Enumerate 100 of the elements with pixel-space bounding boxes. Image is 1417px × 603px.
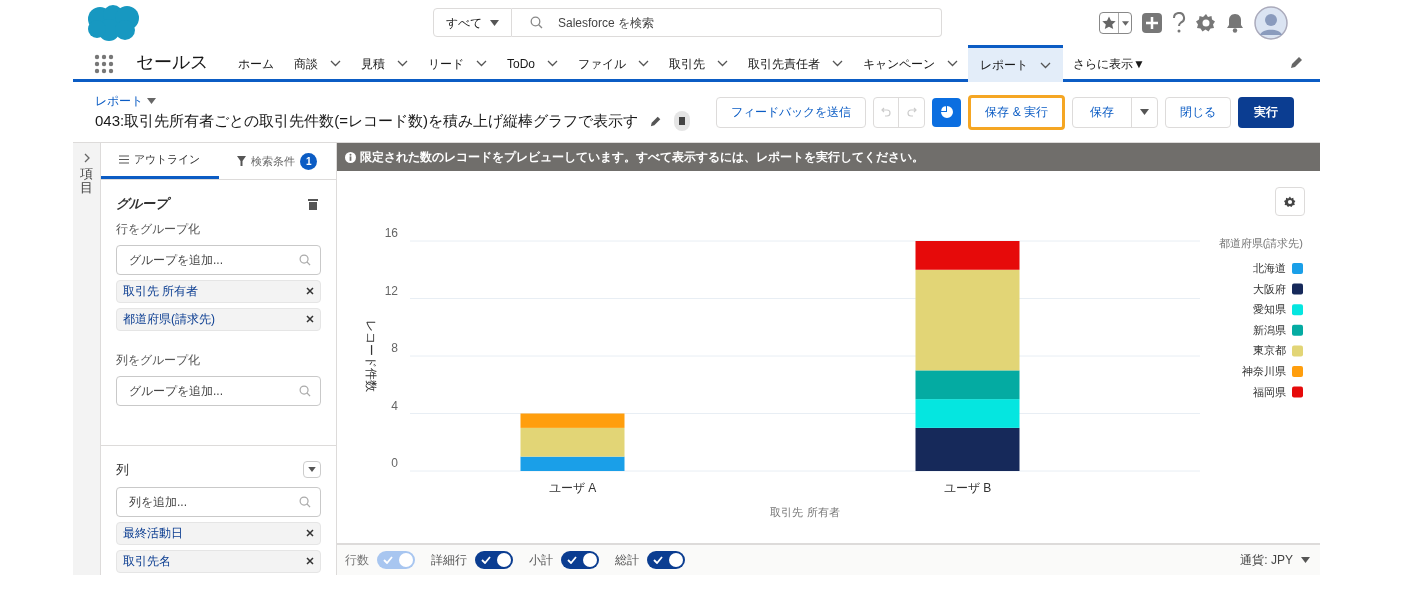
- legend-label: 大阪府: [1253, 282, 1286, 295]
- search-field[interactable]: 列を追加...: [116, 486, 321, 517]
- caret-icon: [1140, 109, 1149, 115]
- field-label: 行をグループ化: [116, 220, 201, 238]
- toggle-label: 詳細行: [431, 552, 467, 569]
- nav-tab[interactable]: 商談: [284, 45, 351, 79]
- edit-icon[interactable]: [1290, 55, 1304, 69]
- app-launcher-icon[interactable]: [94, 54, 114, 74]
- chevron-down-icon[interactable]: [330, 60, 341, 67]
- sidebar-label: 項目: [80, 167, 93, 196]
- chevron-down-icon[interactable]: [947, 60, 958, 67]
- pie-chart-icon: [940, 106, 953, 118]
- chevron-down-icon[interactable]: [397, 60, 408, 67]
- legend-label: 福岡県: [1253, 385, 1286, 398]
- notification-bell-icon[interactable]: [1226, 13, 1244, 33]
- search-scope-dropdown[interactable]: すべて: [433, 8, 512, 37]
- search-icon: [299, 384, 311, 397]
- axis-tick-label: 12: [384, 283, 398, 298]
- caret-icon: [308, 467, 316, 473]
- search-field[interactable]: Salesforce を検索: [512, 8, 942, 37]
- panel-tab[interactable]: 検索条件 1: [218, 143, 336, 179]
- close-icon[interactable]: [306, 529, 314, 537]
- dropdown-button[interactable]: [303, 461, 321, 479]
- nav-tab[interactable]: リード: [418, 45, 497, 79]
- nav-tab[interactable]: さらに表示▼: [1063, 45, 1155, 79]
- selected-field-pill[interactable]: 最終活動日: [116, 521, 321, 545]
- selected-field-pill[interactable]: 取引先 所有者: [116, 279, 321, 303]
- cloud-logo[interactable]: [87, 3, 141, 42]
- breadcrumb-link[interactable]: レポート: [95, 91, 143, 110]
- category-label: ユーザ B: [943, 481, 992, 495]
- settings-icon[interactable]: [1196, 13, 1216, 33]
- axis-tick-label: 16: [384, 226, 398, 240]
- nav-tab[interactable]: 取引先責任者: [738, 45, 853, 79]
- axis-title: レコード件数: [364, 320, 378, 392]
- check-icon: [567, 556, 577, 564]
- nav-tab[interactable]: 見積: [351, 45, 418, 79]
- avatar[interactable]: [1254, 6, 1288, 40]
- plus-icon[interactable]: [1142, 13, 1162, 33]
- legend-label: 新潟県: [1253, 323, 1286, 336]
- close-icon[interactable]: [306, 315, 314, 323]
- nav-tab[interactable]: キャンペーン: [853, 45, 968, 79]
- legend-label: 神奈川県: [1242, 365, 1286, 377]
- toggle-switch[interactable]: [475, 551, 513, 569]
- favorites-button[interactable]: [1099, 12, 1132, 34]
- search-field[interactable]: グループを追加...: [116, 375, 321, 406]
- chevron-down-icon[interactable]: [476, 60, 487, 67]
- count-badge: 1: [300, 152, 318, 170]
- axis-tick-label: 4: [391, 398, 398, 413]
- selected-field-pill[interactable]: 取引先名: [116, 549, 321, 573]
- action-button[interactable]: フィードバックを送信: [716, 96, 867, 128]
- help-icon[interactable]: [1172, 12, 1186, 34]
- settings-icon: [1284, 195, 1296, 208]
- app-name: セールス: [136, 50, 208, 74]
- filter-icon: [237, 156, 247, 166]
- edit-icon[interactable]: [649, 115, 662, 127]
- run-button[interactable]: 実行: [1238, 96, 1294, 128]
- panel-tab[interactable]: アウトライン: [101, 143, 219, 179]
- search-field[interactable]: グループを追加...: [116, 244, 321, 275]
- chart-toggle-button[interactable]: [932, 97, 962, 127]
- action-button[interactable]: 閉じる: [1165, 96, 1231, 128]
- legend-label: 愛知県: [1253, 303, 1286, 316]
- action-button[interactable]: 保存 & 実行: [968, 94, 1065, 130]
- section-title: 列: [116, 461, 129, 479]
- currency-selector[interactable]: 通貨: JPY: [1240, 551, 1293, 569]
- close-icon[interactable]: [306, 557, 314, 565]
- chevron-down-icon[interactable]: [1040, 61, 1051, 69]
- nav-tab[interactable]: ToDo: [497, 45, 568, 79]
- nav-tab[interactable]: ホーム: [228, 45, 284, 79]
- caret-icon[interactable]: [147, 97, 156, 104]
- category-label: ユーザ A: [548, 481, 597, 495]
- report-title: 043:取引先所有者ごとの取引先件数(=レコード数)を積み上げ縦棒グラフで表示す: [95, 110, 638, 131]
- search-icon: [530, 16, 543, 29]
- nav-tab[interactable]: レポート: [968, 45, 1063, 82]
- chevron-down-icon[interactable]: [638, 60, 649, 67]
- nav-tab[interactable]: 取引先: [659, 45, 738, 79]
- toggle-switch[interactable]: [561, 551, 599, 569]
- check-icon: [653, 556, 663, 564]
- caret-icon[interactable]: [1301, 557, 1310, 563]
- chevron-down-icon[interactable]: [832, 60, 843, 67]
- chevron-down-icon[interactable]: [547, 60, 558, 67]
- redo-icon: [906, 107, 917, 117]
- trash-icon[interactable]: [308, 197, 318, 210]
- toggle-label: 行数: [345, 552, 369, 569]
- toggle-switch[interactable]: [647, 551, 685, 569]
- caret-icon: [1121, 20, 1129, 26]
- nav-tab[interactable]: ファイル: [568, 45, 659, 79]
- legend-label: 北海道: [1253, 262, 1286, 274]
- chart-settings-button[interactable]: [1275, 187, 1305, 216]
- undo-icon: [881, 107, 892, 117]
- star-icon: [1102, 16, 1116, 30]
- legend-label: 東京都: [1253, 344, 1286, 357]
- caret-icon: [490, 19, 499, 26]
- search-icon: [299, 253, 311, 266]
- field-label: 列をグループ化: [116, 351, 201, 369]
- toggle-label: 小計: [529, 552, 553, 569]
- chevron-down-icon[interactable]: [717, 60, 728, 67]
- chevron-right-icon[interactable]: [83, 153, 90, 163]
- selected-field-pill[interactable]: 都道府県(請求先): [116, 307, 321, 331]
- collapsed-sidebar[interactable]: 項目: [73, 143, 101, 575]
- close-icon[interactable]: [306, 287, 314, 295]
